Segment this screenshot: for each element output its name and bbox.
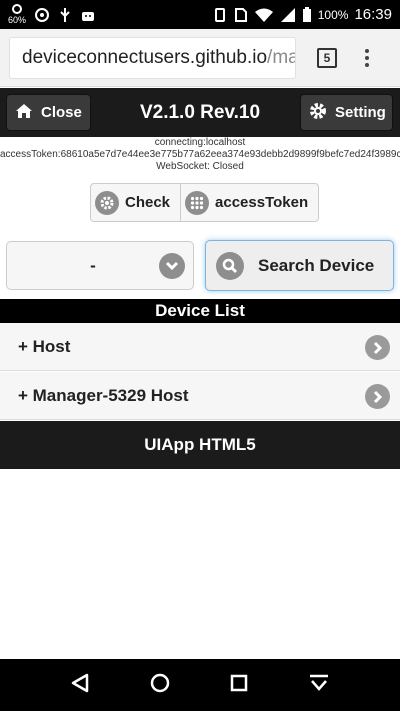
vibrate-icon (212, 7, 228, 23)
home-icon (15, 103, 33, 123)
cpu-label: 60% (8, 15, 27, 25)
device-select-value: - (90, 255, 96, 275)
tab-switcher-button[interactable]: 5 (317, 47, 337, 68)
list-item-label: + Host (18, 336, 71, 356)
chevron-right-icon (365, 335, 390, 360)
url-path: /ma (267, 46, 296, 68)
chevron-down-icon (159, 252, 185, 279)
status-bar: 60% 100% 16:39 (0, 0, 400, 29)
clock: 16:39 (354, 6, 392, 23)
device-list-title: Device List (0, 299, 400, 323)
setting-label: Setting (335, 104, 386, 121)
battery-percent: 100% (317, 7, 349, 22)
grid-icon (185, 190, 210, 215)
browser-menu-button[interactable] (365, 48, 369, 67)
check-button[interactable]: Check (91, 184, 180, 221)
cpu-usage-icon: 60% (8, 4, 26, 25)
search-icon (216, 251, 244, 280)
access-token-text: accessToken:68610a5e7d7e44ee3e775b77a62e… (0, 149, 400, 160)
gear-icon (95, 190, 119, 215)
url-host: deviceconnectusers.github.io (22, 46, 268, 68)
action-button-group: Check accessToken (90, 183, 320, 222)
battery-icon (302, 6, 312, 23)
android-nav-bar (0, 659, 400, 711)
list-item-label: + Manager-5329 Host (18, 385, 189, 405)
list-item[interactable]: + Manager-5329 Host (0, 372, 400, 420)
sim-icon (234, 7, 248, 23)
cell-signal-icon (280, 7, 296, 23)
home-nav-icon[interactable] (149, 672, 171, 699)
recents-icon[interactable] (229, 673, 249, 698)
hide-keyboard-icon[interactable] (307, 672, 331, 699)
app-header: Close V2.1.0 Rev.10 Setting (0, 88, 400, 137)
url-field[interactable]: deviceconnectusers.github.io/ma (9, 36, 296, 79)
usb-icon (58, 7, 72, 23)
app-notification-icon (34, 7, 50, 23)
back-icon[interactable] (69, 672, 91, 699)
connecting-text: connecting:localhost (154, 137, 246, 148)
connection-info: connecting:localhost accessToken:68610a5… (0, 137, 400, 173)
setting-button[interactable]: Setting (300, 94, 393, 131)
websocket-status: WebSocket: Closed (156, 161, 244, 172)
android-icon (80, 7, 96, 23)
access-token-button[interactable]: accessToken (180, 184, 318, 221)
access-token-label: accessToken (215, 194, 309, 211)
gear-icon (309, 102, 327, 124)
device-select[interactable]: - (6, 241, 194, 290)
search-device-label: Search Device (258, 255, 375, 275)
app-footer: UIApp HTML5 (0, 421, 400, 469)
wifi-icon (254, 7, 274, 23)
close-label: Close (41, 104, 82, 121)
search-device-button[interactable]: Search Device (205, 240, 394, 291)
browser-toolbar: deviceconnectusers.github.io/ma 5 (0, 29, 400, 87)
close-button[interactable]: Close (6, 94, 91, 131)
check-label: Check (125, 194, 171, 211)
chevron-right-icon (365, 384, 390, 409)
list-item[interactable]: + Host (0, 323, 400, 371)
